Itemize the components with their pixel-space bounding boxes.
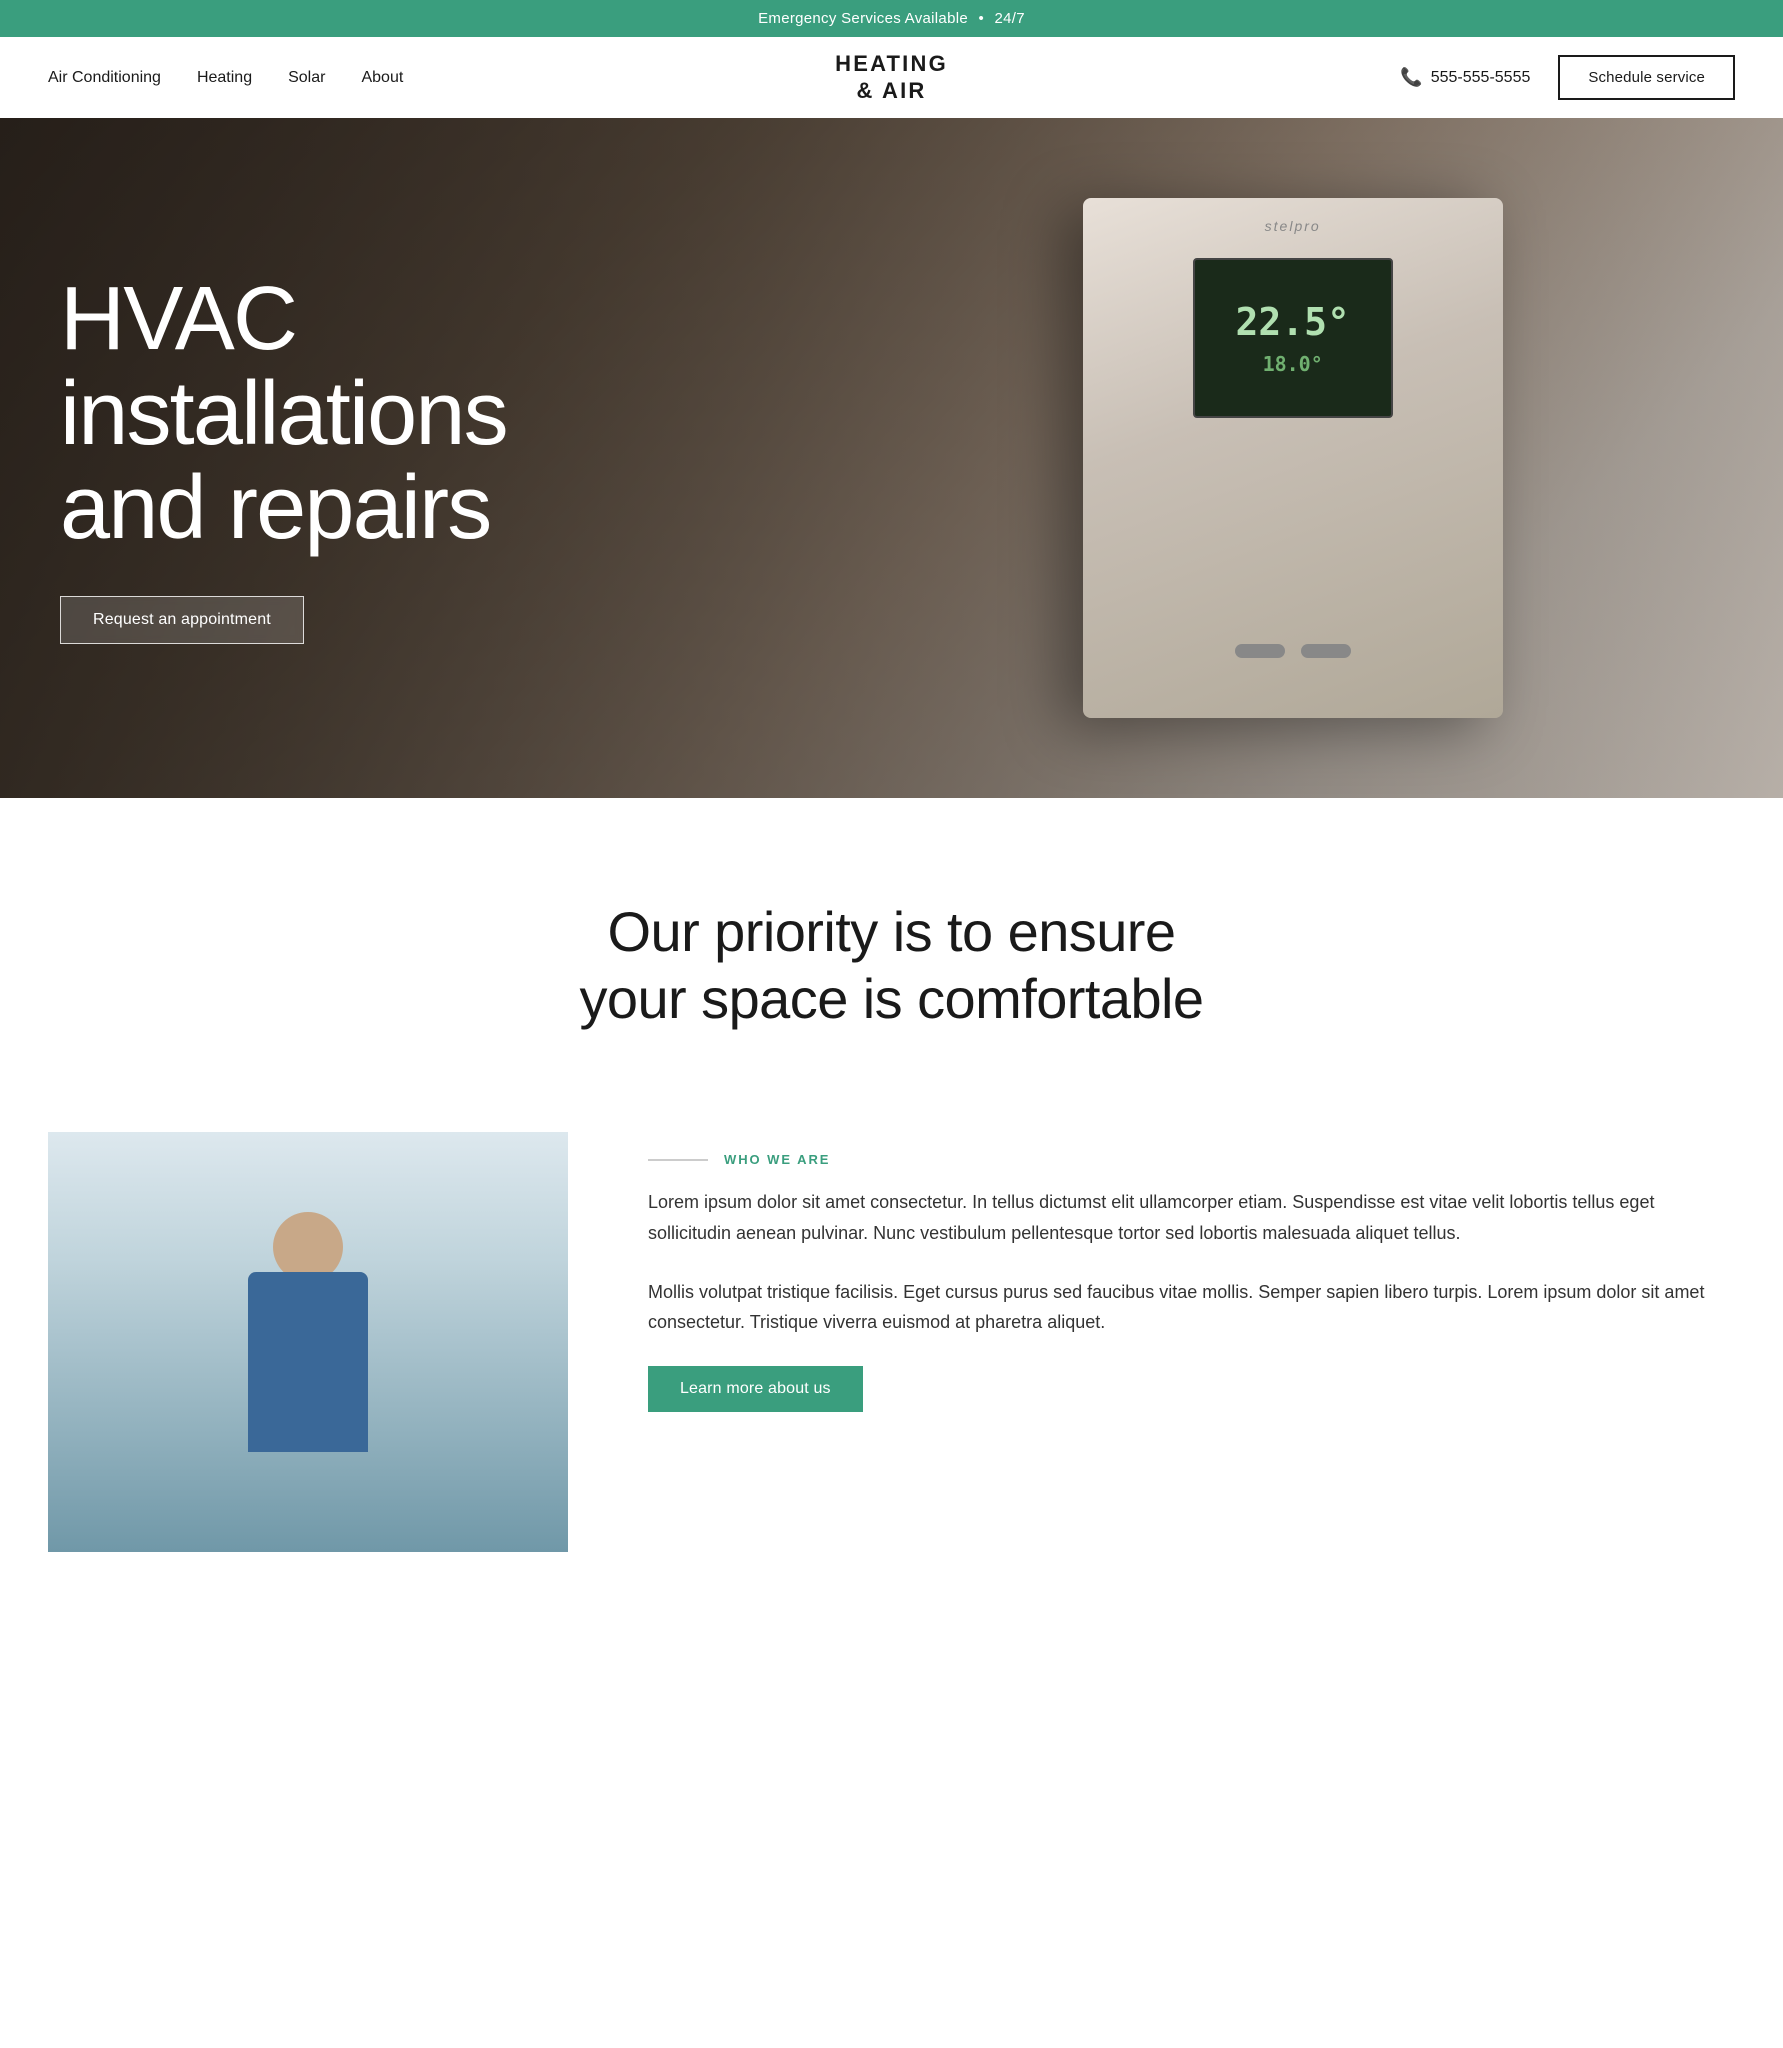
announcement-availability: 24/7 <box>994 10 1024 27</box>
thermostat-button-2 <box>1301 644 1351 658</box>
thermostat-brand: stelpro <box>1265 218 1321 234</box>
priority-heading-line2: your space is comfortable <box>579 967 1203 1030</box>
priority-section: Our priority is to ensure your space is … <box>0 798 1783 1112</box>
nav-link-solar[interactable]: Solar <box>288 69 325 87</box>
thermostat-button-1 <box>1235 644 1285 658</box>
phone-icon: 📞 <box>1400 67 1422 88</box>
site-logo: HEATING & AIR <box>835 51 948 104</box>
technician-body <box>248 1272 368 1452</box>
technician-figure <box>168 1192 448 1552</box>
nav-link-heating[interactable]: Heating <box>197 69 252 87</box>
hero-title-line2: installations <box>60 364 507 464</box>
hero-title-line3: and repairs <box>60 458 490 558</box>
nav-link-air-conditioning[interactable]: Air Conditioning <box>48 69 161 87</box>
schedule-service-button[interactable]: Schedule service <box>1558 55 1735 100</box>
learn-more-button[interactable]: Learn more about us <box>648 1366 863 1412</box>
hero-title: HVAC installations and repairs <box>60 272 507 556</box>
who-we-are-paragraph-2: Mollis volutpat tristique facilisis. Ege… <box>648 1277 1735 1338</box>
hero-title-line1: HVAC <box>60 269 296 369</box>
hero-section: HVAC installations and repairs Request a… <box>0 118 1783 798</box>
phone-display: 📞 555-555-5555 <box>1400 67 1530 88</box>
thermostat-controls <box>1235 644 1351 658</box>
who-we-are-content: WHO WE ARE Lorem ipsum dolor sit amet co… <box>648 1132 1735 1411</box>
announcement-text: Emergency Services Available <box>758 10 968 27</box>
announcement-bar: Emergency Services Available • 24/7 <box>0 0 1783 37</box>
who-we-are-paragraph-1: Lorem ipsum dolor sit amet consectetur. … <box>648 1187 1735 1248</box>
announcement-separator: • <box>978 10 984 27</box>
thermostat-screen: 22.5° 18.0° <box>1193 258 1393 418</box>
nav-links: Air Conditioning Heating Solar About <box>48 69 403 87</box>
thermostat-temp-sub: 18.0° <box>1263 352 1323 376</box>
who-we-are-image <box>48 1132 568 1552</box>
navbar: Air Conditioning Heating Solar About HEA… <box>0 37 1783 118</box>
logo-line1: HEATING <box>835 51 948 76</box>
thermostat-temp-main: 22.5° <box>1235 300 1349 344</box>
priority-heading: Our priority is to ensure your space is … <box>48 898 1735 1032</box>
who-we-are-section: WHO WE ARE Lorem ipsum dolor sit amet co… <box>0 1112 1783 1632</box>
section-label-who-we-are: WHO WE ARE <box>648 1152 1735 1167</box>
logo-line2: & AIR <box>856 78 926 103</box>
hero-content: HVAC installations and repairs Request a… <box>0 272 567 644</box>
nav-right: 📞 555-555-5555 Schedule service <box>1400 55 1735 100</box>
nav-link-about[interactable]: About <box>361 69 403 87</box>
hero-cta-button[interactable]: Request an appointment <box>60 596 304 644</box>
priority-heading-line1: Our priority is to ensure <box>608 900 1176 963</box>
hero-image-area: stelpro 22.5° 18.0° <box>802 118 1783 798</box>
phone-number-text: 555-555-5555 <box>1431 69 1531 87</box>
thermostat-image: stelpro 22.5° 18.0° <box>1083 198 1503 718</box>
